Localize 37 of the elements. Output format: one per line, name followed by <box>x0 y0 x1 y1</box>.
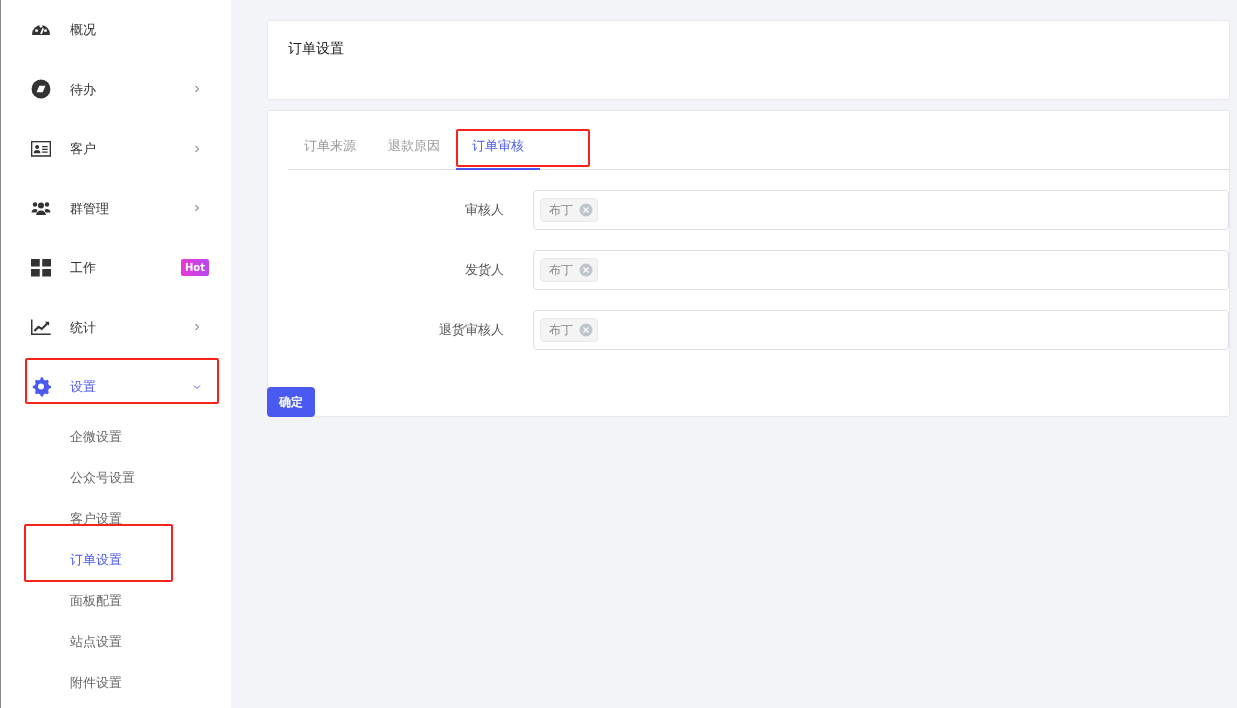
chart-icon <box>31 319 51 336</box>
selected-tag: 布丁 <box>540 257 598 282</box>
field-label: 发货人 <box>464 260 505 279</box>
select-field[interactable]: 布丁 <box>533 309 1229 350</box>
remove-icon[interactable] <box>579 202 593 217</box>
id-card-icon <box>31 140 51 157</box>
menu-item[interactable]: 工作 Hot <box>1 238 231 298</box>
users-icon <box>31 201 51 215</box>
submenu-item[interactable]: 站点设置 <box>1 621 231 663</box>
select-field[interactable]: 布丁 <box>533 249 1229 290</box>
submenu-item[interactable]: 客户设置 <box>1 498 231 540</box>
hot-badge: Hot <box>180 259 209 277</box>
page-title: 订单设置 <box>288 39 345 58</box>
field-label: 退货审核人 <box>438 320 505 339</box>
remove-icon[interactable] <box>579 262 593 277</box>
select-field[interactable]: 布丁 <box>533 189 1229 230</box>
selected-tag: 布丁 <box>540 317 598 342</box>
submenu-item[interactable]: 附件设置 <box>1 662 231 704</box>
menu-item[interactable]: 统计 <box>1 297 231 357</box>
menu-item[interactable]: 概况 <box>1 0 231 60</box>
submenu-item[interactable]: 公众号设置 <box>1 457 231 499</box>
submenu-item[interactable]: 企微设置 <box>1 416 231 458</box>
menu-item[interactable]: 客户 <box>1 119 231 179</box>
confirm-button[interactable]: 确定 <box>267 387 315 417</box>
field-label: 审核人 <box>464 200 505 219</box>
menu-item[interactable]: 待办 <box>1 59 231 119</box>
disc-icon <box>31 79 51 100</box>
menu-item[interactable]: 设置 <box>1 357 231 417</box>
settings-icon <box>31 377 51 397</box>
grid-icon <box>31 259 51 277</box>
submenu-item[interactable]: 订单设置 <box>1 539 231 581</box>
menu-item[interactable]: 群管理 <box>1 178 231 238</box>
remove-icon[interactable] <box>579 322 593 337</box>
gauge-icon <box>31 23 51 36</box>
submenu-item[interactable]: 面板配置 <box>1 580 231 622</box>
tab[interactable]: 订单审核 <box>456 131 540 170</box>
selected-tag: 布丁 <box>540 197 598 222</box>
